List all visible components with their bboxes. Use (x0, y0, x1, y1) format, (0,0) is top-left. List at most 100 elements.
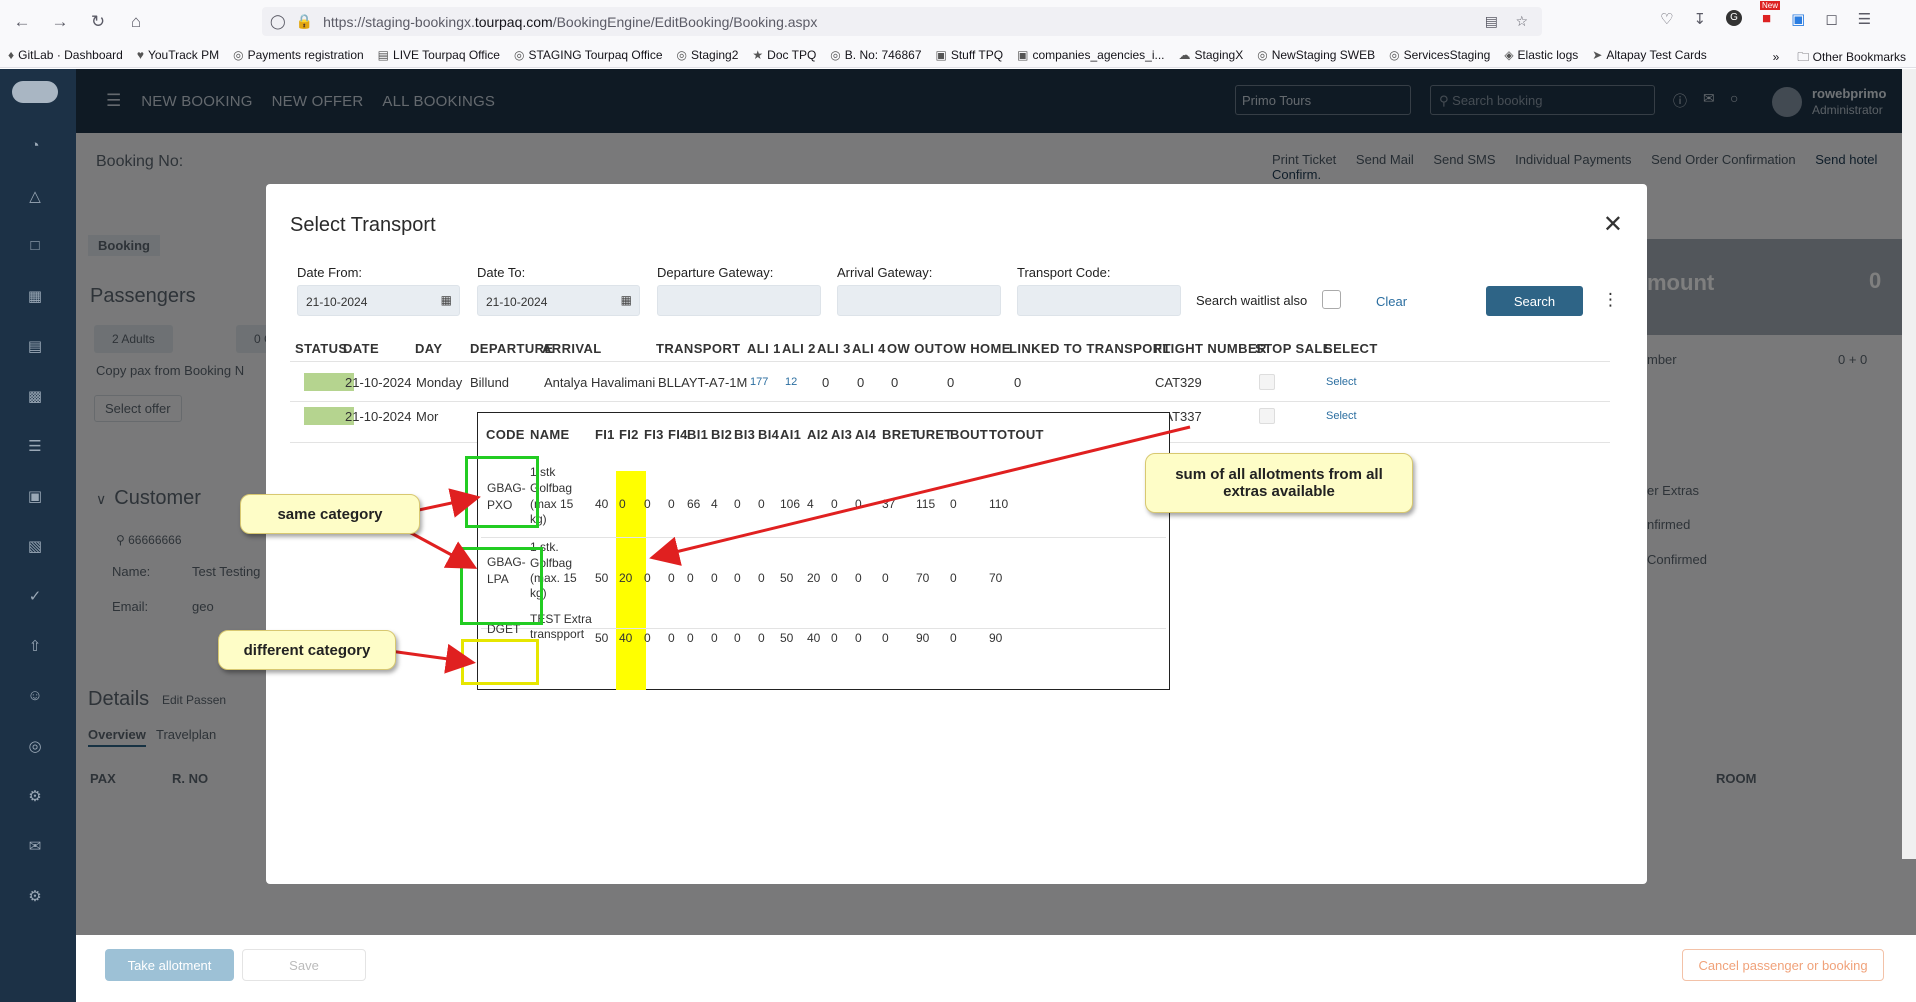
dashboard-icon[interactable]: ◔ (26, 137, 44, 155)
bookmark-item[interactable]: ◎ Payments registration (233, 48, 364, 62)
page-scrollbar[interactable] (1902, 69, 1916, 859)
address-bar[interactable]: ◯ 🔒 https://staging-bookingx. tourpaq.com… (262, 7, 1542, 36)
date-from-input[interactable]: 21-10-2024 ▦ (297, 285, 460, 316)
close-icon[interactable]: ✕ (1603, 210, 1623, 239)
list-icon[interactable]: ☰ (26, 437, 44, 455)
bookmark-item[interactable]: ▤ LIVE Tourpaq Office (378, 48, 500, 62)
globe-icon[interactable]: ◎ (26, 737, 44, 755)
save-button[interactable]: Save (242, 949, 366, 981)
allotment-value: 0 (855, 571, 862, 585)
cancel-booking-button[interactable]: Cancel passenger or booking (1682, 949, 1884, 981)
gear-icon[interactable]: ⚙ (26, 887, 44, 905)
bookmark-item[interactable]: ▣ companies_agencies_i... (1017, 48, 1164, 62)
copy-icon[interactable]: ▩ (26, 387, 44, 405)
popup-col-header: BI3 (734, 427, 756, 442)
bottom-action-bar: Take allotment Save Cancel passenger or … (76, 935, 1916, 1002)
bookmark-item[interactable]: ◈ Elastic logs (1504, 48, 1578, 62)
logo[interactable] (12, 81, 58, 103)
upload-icon[interactable]: ⇧ (26, 637, 44, 655)
select-link[interactable]: Select (1326, 376, 1357, 388)
clear-link[interactable]: Clear (1376, 294, 1407, 309)
other-bookmarks[interactable]: » 🗀 Other Bookmarks (1773, 48, 1906, 69)
extension-fj-icon[interactable]: ▣ (1791, 10, 1805, 28)
extension-new-icon[interactable]: ■ New (1760, 1, 1781, 28)
allotment-value: 0 (855, 497, 862, 511)
home-icon[interactable]: ⌂ (126, 12, 146, 32)
allotment-value: 0 (758, 497, 765, 511)
bookmark-item[interactable]: ♥ YouTrack PM (137, 48, 219, 62)
bookmark-item[interactable]: ◎ NewStaging SWEB (1257, 48, 1375, 62)
allotment-value: 0 (855, 631, 862, 645)
reload-icon[interactable]: ↻ (88, 12, 108, 32)
allotment-value: 0 (644, 571, 651, 585)
table-cell[interactable]: 177 (750, 376, 768, 388)
extensions-icon[interactable]: ◻ (1825, 10, 1837, 28)
popup-col-header: NAME (530, 427, 570, 442)
forward-icon[interactable]: → (50, 12, 70, 32)
allotment-value: 0 (734, 497, 741, 511)
star-icon[interactable]: ☆ (1515, 13, 1528, 30)
table-cell[interactable]: 12 (785, 376, 797, 388)
allotment-value: 50 (595, 571, 609, 585)
bookmark-item[interactable]: ◎ STAGING Tourpaq Office (514, 48, 663, 62)
table-cell: Monday (416, 375, 463, 390)
stop-sale-checkbox[interactable] (1259, 408, 1275, 424)
bookmark-item[interactable]: ★ Doc TPQ (752, 48, 816, 62)
bookmark-item[interactable]: ◎ B. No: 746867 (830, 48, 921, 62)
callout-sum-note: sum of all allotments from all extras av… (1145, 453, 1413, 513)
download-icon[interactable]: ↧ (1693, 10, 1706, 28)
arrival-gateway-input[interactable] (837, 285, 1001, 316)
calendar-icon[interactable]: ▦ (441, 293, 452, 307)
allotment-value: 0 (950, 571, 957, 585)
bookmark-item[interactable]: ◎ Staging2 (677, 48, 739, 62)
bookmark-icon: ◈ (1504, 48, 1514, 62)
bookmark-item[interactable]: ◎ ServicesStaging (1389, 48, 1490, 62)
select-link[interactable]: Select (1326, 410, 1357, 422)
allotment-value: 90 (916, 631, 930, 645)
departure-gateway-input[interactable] (657, 285, 821, 316)
translate-icon[interactable]: ▤ (1485, 13, 1498, 30)
allotment-value: 0 (687, 571, 694, 585)
take-allotment-button[interactable]: Take allotment (105, 949, 234, 981)
book-icon[interactable]: □ (26, 237, 44, 255)
bell-icon[interactable]: △ (26, 187, 44, 205)
bookmark-item[interactable]: ➤ Altapay Test Cards (1592, 48, 1707, 62)
envelope-icon[interactable]: ✉ (26, 837, 44, 855)
table-cell: Antalya Havalimani (544, 375, 656, 390)
bus-icon[interactable]: ▧ (26, 537, 44, 555)
waitlist-checkbox[interactable] (1322, 290, 1341, 309)
allotment-value: 66 (687, 497, 701, 511)
back-icon[interactable]: ← (12, 12, 32, 32)
bookmark-label: LIVE Tourpaq Office (393, 48, 500, 62)
extension-g-icon[interactable]: G (1726, 10, 1743, 26)
yellow-highlight-box (461, 639, 539, 685)
bookmark-item[interactable]: ▣ Stuff TPQ (936, 48, 1004, 62)
popup-col-header: BRET (882, 427, 919, 442)
callout-same-category: same category (240, 494, 420, 534)
browser-toolbar: ← → ↻ ⌂ ◯ 🔒 https://staging-bookingx. tou… (0, 0, 1916, 43)
hotel-icon[interactable]: ▦ (26, 287, 44, 305)
allotment-value: 0 (734, 631, 741, 645)
building-icon[interactable]: ▣ (26, 487, 44, 505)
url-domain: tourpaq.com (474, 13, 553, 30)
card-icon[interactable]: ▤ (26, 337, 44, 355)
pocket-icon[interactable]: ♡ (1660, 10, 1673, 28)
transport-code-label: Transport Code: (1017, 265, 1111, 280)
more-options-icon[interactable]: ⋮ (1602, 290, 1619, 310)
green-highlight-box (460, 547, 543, 625)
search-button[interactable]: Search (1486, 286, 1583, 316)
stop-sale-checkbox[interactable] (1259, 374, 1275, 390)
check-icon[interactable]: ✓ (26, 587, 44, 605)
menu-icon[interactable]: ☰ (1858, 10, 1871, 28)
transport-code-input[interactable] (1017, 285, 1181, 316)
calendar-icon[interactable]: ▦ (621, 293, 632, 307)
date-to-input[interactable]: 21-10-2024 ▦ (477, 285, 640, 316)
overflow-icon[interactable]: » (1773, 50, 1780, 64)
users-icon[interactable]: ☺ (26, 687, 44, 705)
settings-cog-icon[interactable]: ⚙ (26, 787, 44, 805)
bookmark-item[interactable]: ☁ StagingX (1179, 48, 1244, 62)
popup-col-header: BOUT (950, 427, 989, 442)
allotment-value: 0 (831, 497, 838, 511)
date-to-value: 21-10-2024 (486, 295, 548, 309)
bookmark-item[interactable]: ♦ GitLab · Dashboard (8, 48, 123, 62)
